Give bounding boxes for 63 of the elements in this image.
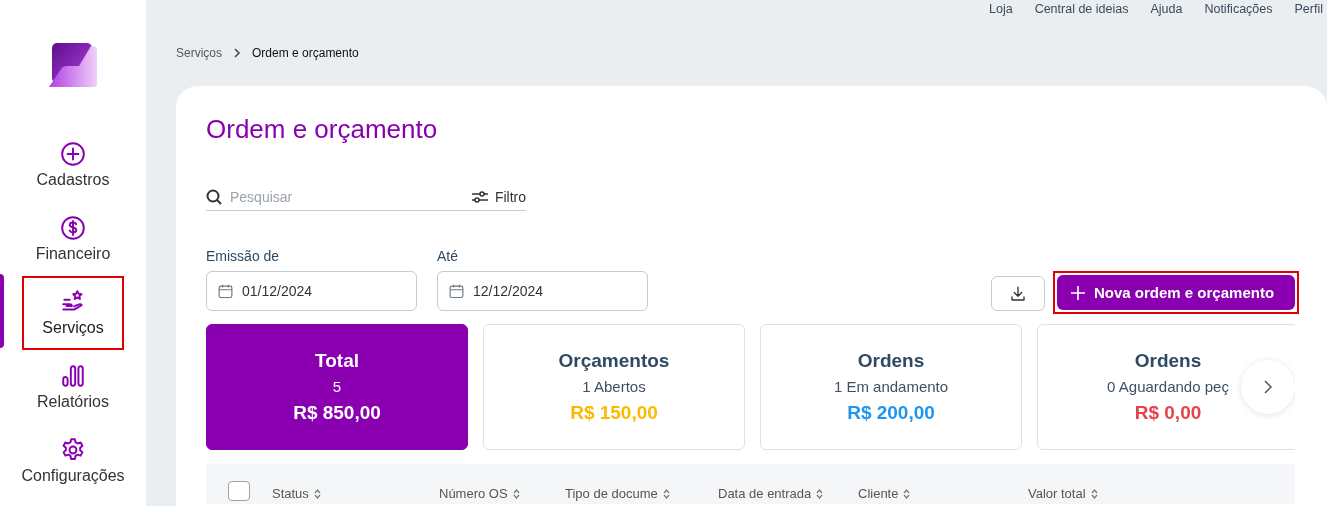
- column-header[interactable]: Tipo de docume: [565, 486, 658, 501]
- search-field[interactable]: Pesquisar: [230, 189, 450, 205]
- summary-card[interactable]: Orçamentos 1 Abertos R$ 150,00: [483, 324, 745, 450]
- card-amount: R$ 850,00: [293, 402, 381, 424]
- select-all-checkbox[interactable]: [228, 481, 250, 501]
- sidebar-item[interactable]: Financeiro: [22, 202, 124, 276]
- card-title: Ordens: [1134, 350, 1202, 372]
- top-link[interactable]: Loja: [989, 2, 1013, 22]
- app-logo: [49, 42, 97, 88]
- summary-card[interactable]: Total 5 R$ 850,00: [206, 324, 468, 450]
- sidebar-item[interactable]: Serviços: [22, 276, 124, 350]
- card-subtitle: 0 Aguardando peç: [1107, 378, 1229, 395]
- date-field[interactable]: 01/12/2024: [206, 271, 417, 311]
- sort-icon: [313, 488, 321, 499]
- date-label: Emissão de: [206, 248, 281, 264]
- sort-icon: [512, 488, 520, 499]
- sliders-icon: [470, 190, 489, 204]
- calendar-icon: [448, 282, 465, 300]
- nav-icon: [60, 363, 86, 389]
- summary-card[interactable]: Ordens 1 Em andamento R$ 200,00: [760, 324, 1022, 450]
- column-header[interactable]: Valor total: [1028, 486, 1086, 501]
- top-link[interactable]: Central de ideias: [1034, 2, 1129, 22]
- calendar-icon: [217, 282, 234, 300]
- date-field[interactable]: 12/12/2024: [437, 271, 648, 311]
- sidebar-item[interactable]: Configurações: [22, 424, 124, 498]
- sort-icon: [816, 488, 824, 499]
- card-subtitle: 1 Abertos: [582, 378, 646, 395]
- nav-icon: [60, 437, 86, 463]
- card-amount: R$ 150,00: [570, 402, 658, 424]
- nav-icon: [60, 215, 86, 241]
- search-icon: [206, 189, 222, 205]
- top-link[interactable]: Ajuda: [1150, 2, 1183, 22]
- card-subtitle: 1 Em andamento: [833, 378, 949, 395]
- sidebar-item[interactable]: Relatórios: [22, 350, 124, 424]
- sort-icon: [662, 488, 670, 499]
- card-subtitle: 5: [332, 378, 342, 395]
- card-title: Orçamentos: [558, 350, 670, 372]
- download-button[interactable]: [991, 276, 1045, 311]
- sort-icon: [903, 488, 911, 499]
- card-amount: R$ 0,00: [1134, 402, 1202, 424]
- card-title: Total: [315, 350, 359, 372]
- breadcrumb-current: Ordem e orçamento: [252, 46, 359, 60]
- top-link[interactable]: Perfil: [1294, 2, 1323, 22]
- breadcrumb-link[interactable]: Serviços: [176, 46, 222, 60]
- download-icon: [1009, 284, 1027, 303]
- column-header[interactable]: Cliente: [858, 486, 899, 501]
- chevron-right-icon: [232, 48, 242, 58]
- column-header[interactable]: Data de entrada: [718, 486, 812, 501]
- nav-icon: [60, 141, 86, 167]
- sidebar-item[interactable]: Cadastros: [22, 128, 124, 202]
- summary-card[interactable]: Ordens 0 Aguardando peç R$ 0,00: [1037, 324, 1295, 450]
- top-link[interactable]: Notificações: [1204, 2, 1273, 22]
- plus-icon: [1071, 285, 1085, 300]
- chevron-right-icon: [1261, 380, 1275, 394]
- card-amount: R$ 200,00: [847, 402, 935, 424]
- column-header[interactable]: Status: [272, 486, 309, 501]
- page-title: Ordem e orçamento: [206, 114, 439, 146]
- card-title: Ordens: [857, 350, 925, 372]
- sort-icon: [1090, 488, 1098, 499]
- new-order-button[interactable]: Nova ordem e orçamento: [1057, 275, 1295, 310]
- filter-button[interactable]: Filtro: [470, 189, 526, 205]
- date-label: Até: [437, 248, 459, 264]
- column-header[interactable]: Número OS: [439, 486, 508, 501]
